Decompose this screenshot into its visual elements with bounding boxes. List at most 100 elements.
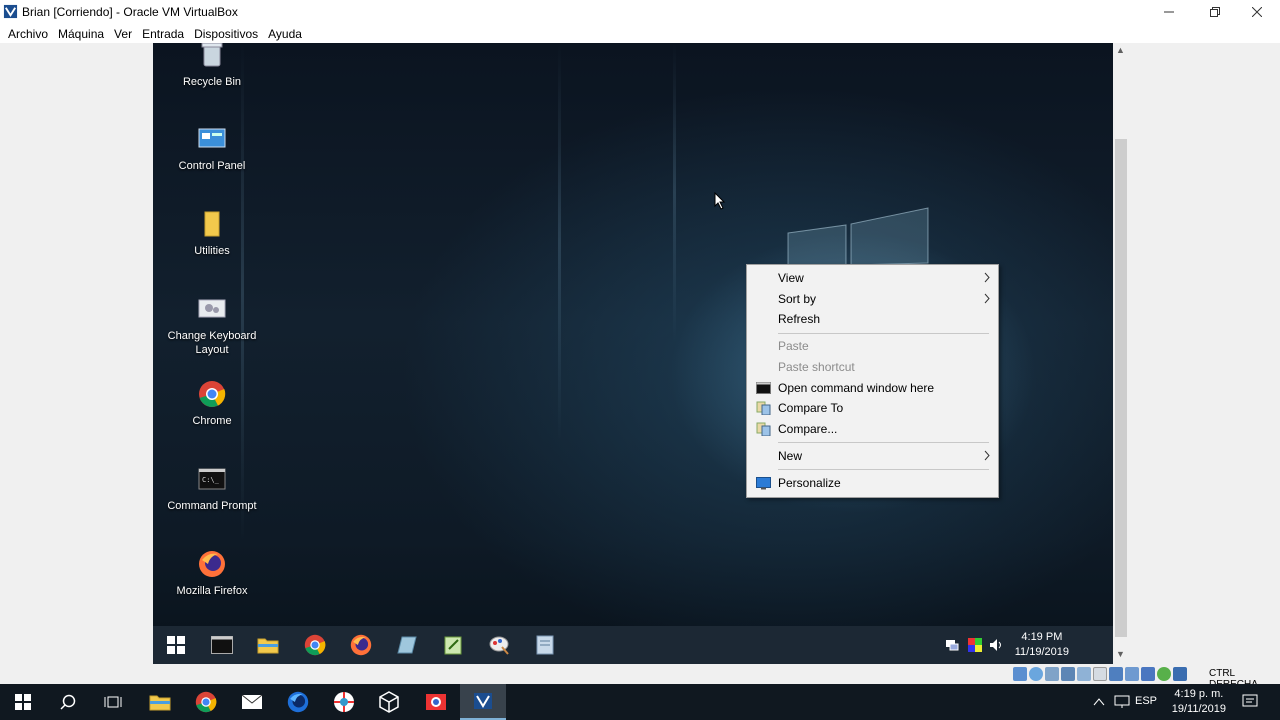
host-taskbar-photo-app[interactable]	[413, 684, 459, 720]
window-title: Brian [Corriendo] - Oracle VM VirtualBox	[22, 5, 238, 19]
vm-status-icons	[1013, 667, 1187, 681]
host-taskbar-virtualbox-running[interactable]	[460, 684, 506, 720]
wallpaper-streak	[558, 43, 561, 443]
ctx-item-paste-shortcut: Paste shortcut	[778, 360, 855, 374]
menu-archivo[interactable]: Archivo	[3, 27, 53, 41]
guest-clock-time: 4:19 PM	[1021, 631, 1063, 643]
video-capture-icon[interactable]	[1125, 667, 1139, 681]
start-icon	[15, 694, 31, 710]
close-button[interactable]	[1234, 0, 1280, 24]
firefox-icon	[350, 634, 372, 656]
keyboard-capture-icon[interactable]	[1173, 667, 1187, 681]
folder-icon	[196, 208, 228, 240]
ctx-item-refresh[interactable]: Refresh	[747, 309, 998, 329]
chevron-right-icon	[984, 293, 990, 304]
menu-separator	[778, 469, 989, 470]
network-icon[interactable]	[945, 638, 959, 652]
chrome-icon	[196, 378, 228, 410]
menu-ver[interactable]: Ver	[109, 27, 137, 41]
desktop-icon-control-panel[interactable]: Control Panel	[162, 123, 262, 173]
desktop-icon-recycle-bin[interactable]: Recycle Bin	[162, 43, 262, 89]
guest-taskbar-file-explorer[interactable]	[245, 626, 291, 664]
ctx-item-view[interactable]: View	[747, 268, 998, 288]
desktop-icon-label: Chrome	[192, 415, 232, 427]
desktop-icon-firefox[interactable]: Mozilla Firefox	[162, 548, 262, 598]
host-clock[interactable]: 4:19 p. m. 19/11/2019	[1172, 687, 1226, 717]
svg-text:C:\_: C:\_	[202, 476, 220, 484]
desktop-icon-label: Control Panel	[178, 160, 246, 172]
guest-taskbar-firefox[interactable]	[338, 626, 384, 664]
desktop-icon-change-keyboard-layout[interactable]: Change Keyboard Layout	[162, 293, 262, 357]
chevron-up-icon[interactable]	[1093, 697, 1105, 707]
optical-drive-icon[interactable]	[1029, 667, 1043, 681]
restore-button[interactable]	[1192, 0, 1238, 24]
host-taskbar-virtualbox[interactable]	[366, 684, 412, 720]
minimize-icon	[1164, 11, 1174, 13]
guest-desktop[interactable]: Recycle Bin Control Panel Utilities Chan…	[153, 43, 1113, 664]
file-explorer-icon	[149, 695, 171, 711]
desktop-icon-chrome[interactable]: Chrome	[162, 378, 262, 428]
chrome-icon	[304, 634, 326, 656]
host-taskbar-mail[interactable]	[229, 684, 275, 720]
guest-taskbar-cmd[interactable]	[199, 626, 245, 664]
mouse-cursor-icon	[714, 192, 726, 210]
ctx-item-sort-by[interactable]: Sort by	[747, 289, 998, 309]
guest-taskbar-paint[interactable]	[476, 626, 522, 664]
chrome-icon	[195, 691, 217, 713]
firefox-icon	[196, 548, 228, 580]
shared-folders-icon[interactable]	[1093, 667, 1107, 681]
host-language-indicator[interactable]: ESP	[1135, 695, 1157, 707]
usb-icon[interactable]	[1077, 667, 1091, 681]
menu-entrada[interactable]: Entrada	[137, 27, 189, 41]
ctx-item-compare[interactable]: Compare...	[747, 419, 998, 439]
guest-taskbar-document[interactable]	[522, 626, 568, 664]
host-task-view-button[interactable]	[90, 684, 136, 720]
app-icon	[397, 636, 417, 654]
ctx-item-open-command-window[interactable]: Open command window here	[747, 378, 998, 398]
guest-start-button[interactable]	[153, 626, 199, 664]
host-taskbar-file-explorer[interactable]	[137, 684, 183, 720]
display-icon[interactable]	[1109, 667, 1123, 681]
host-clock-date: 19/11/2019	[1171, 703, 1226, 715]
mouse-integration-icon[interactable]	[1157, 667, 1171, 681]
scrollbar-thumb[interactable]	[1115, 139, 1127, 637]
control-panel-icon	[196, 123, 228, 155]
hard-disk-icon[interactable]	[1013, 667, 1027, 681]
close-icon	[1252, 7, 1262, 17]
guest-taskbar-chrome[interactable]	[292, 626, 338, 664]
menu-maquina[interactable]: Máquina	[53, 27, 109, 41]
notepad-icon	[444, 636, 462, 655]
network-adapter-icon[interactable]	[1061, 667, 1075, 681]
host-search-button[interactable]	[45, 684, 91, 720]
menu-dispositivos[interactable]: Dispositivos	[189, 27, 263, 41]
search-icon	[60, 694, 76, 710]
guest-taskbar-app[interactable]	[384, 626, 430, 664]
menu-ayuda[interactable]: Ayuda	[263, 27, 307, 41]
ctx-item-new[interactable]: New	[747, 446, 998, 466]
host-start-button[interactable]	[0, 684, 46, 720]
guest-taskbar-notepad[interactable]	[430, 626, 476, 664]
virtualization-icon[interactable]	[1141, 667, 1155, 681]
cmd-icon	[756, 382, 771, 394]
desktop-icon-label: Change Keyboard Layout	[167, 330, 257, 356]
audio-icon[interactable]	[1045, 667, 1059, 681]
ctx-item-compare-to[interactable]: Compare To	[747, 398, 998, 418]
desktop-icon-command-prompt[interactable]: C:\_ Command Prompt	[162, 463, 262, 513]
ctx-item-personalize[interactable]: Personalize	[747, 473, 998, 493]
host-taskbar-firefox[interactable]	[275, 684, 321, 720]
notifications-icon[interactable]	[1242, 694, 1258, 710]
volume-icon[interactable]	[989, 638, 1005, 652]
app-icon	[334, 692, 354, 712]
scroll-up-icon[interactable]: ▲	[1116, 45, 1125, 55]
wallpaper-streak	[673, 43, 676, 343]
guest-clock[interactable]: 4:19 PM 11/19/2019	[1015, 630, 1069, 660]
desktop-icon-utilities[interactable]: Utilities	[162, 208, 262, 258]
recycle-bin-icon	[196, 43, 228, 71]
host-taskbar-chrome[interactable]	[183, 684, 229, 720]
minimize-button[interactable]	[1146, 0, 1192, 24]
scroll-down-icon[interactable]: ▼	[1116, 649, 1125, 659]
network-icon[interactable]	[1114, 695, 1130, 709]
color-tray-icon[interactable]	[968, 638, 982, 652]
host-taskbar-app[interactable]	[321, 684, 367, 720]
vertical-scrollbar[interactable]: ▲ ▼	[1113, 43, 1129, 664]
